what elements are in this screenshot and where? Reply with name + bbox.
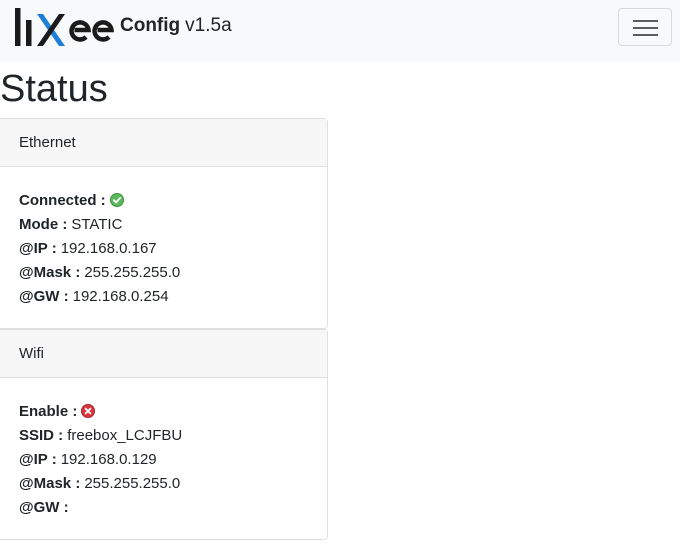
brand-name: Config	[120, 15, 181, 36]
wifi-card: Wifi Enable : SSID : freebox_LCJFBU @IP :…	[0, 329, 328, 540]
ethernet-connected-label: Connected :	[19, 192, 106, 209]
wifi-mask-label: @Mask :	[19, 475, 81, 492]
wifi-ssid-label: SSID :	[19, 427, 64, 444]
ethernet-mode-label: Mode :	[19, 216, 68, 233]
wifi-mask-row: @Mask :255.255.255.0	[19, 472, 308, 496]
ethernet-gw-row: @GW :192.168.0.254	[19, 285, 308, 309]
brand[interactable]: Config v1.5a	[120, 14, 232, 38]
wifi-gw-label: @GW :	[19, 499, 69, 516]
ethernet-connected-row: Connected :	[19, 189, 308, 213]
wifi-ssid-value: freebox_LCJFBU	[67, 427, 183, 444]
wifi-ssid-row: SSID : freebox_LCJFBU	[19, 424, 308, 448]
wifi-card-header: Wifi	[0, 330, 327, 378]
wifi-ip-value: 192.168.0.129	[60, 451, 157, 468]
ethernet-card-body: Connected : Mode : STATIC @IP :192.168.0.…	[0, 167, 327, 309]
ethernet-mask-value: 255.255.255.0	[84, 264, 181, 281]
wifi-enable-label: Enable :	[19, 403, 78, 420]
lixee-logo[interactable]	[13, 6, 117, 52]
ethernet-mask-row: @Mask :255.255.255.0	[19, 261, 308, 285]
wifi-card-body: Enable : SSID : freebox_LCJFBU @IP :192.1…	[0, 378, 327, 520]
wifi-ip-label: @IP :	[19, 451, 57, 468]
wifi-gw-row: @GW :	[19, 496, 308, 520]
x-circle-icon	[81, 404, 96, 418]
wifi-enable-row: Enable :	[19, 400, 308, 424]
page-title: Status	[0, 68, 108, 110]
brand-version: v1.5a	[185, 15, 232, 36]
ethernet-mode-value: STATIC	[71, 216, 123, 233]
menu-toggle-button[interactable]	[618, 8, 672, 46]
ethernet-ip-value: 192.168.0.167	[60, 240, 157, 257]
ethernet-ip-label: @IP :	[19, 240, 57, 257]
navbar: Config v1.5a	[0, 0, 680, 62]
ethernet-gw-label: @GW :	[19, 288, 69, 305]
ethernet-gw-value: 192.168.0.254	[72, 288, 169, 305]
ethernet-ip-row: @IP :192.168.0.167	[19, 237, 308, 261]
ethernet-card: Ethernet Connected : Mode : STATIC @IP :1…	[0, 118, 328, 329]
check-circle-icon	[109, 193, 124, 207]
ethernet-mask-label: @Mask :	[19, 264, 81, 281]
wifi-mask-value: 255.255.255.0	[84, 475, 181, 492]
wifi-ip-row: @IP :192.168.0.129	[19, 448, 308, 472]
ethernet-mode-row: Mode : STATIC	[19, 213, 308, 237]
ethernet-card-header: Ethernet	[0, 119, 327, 167]
